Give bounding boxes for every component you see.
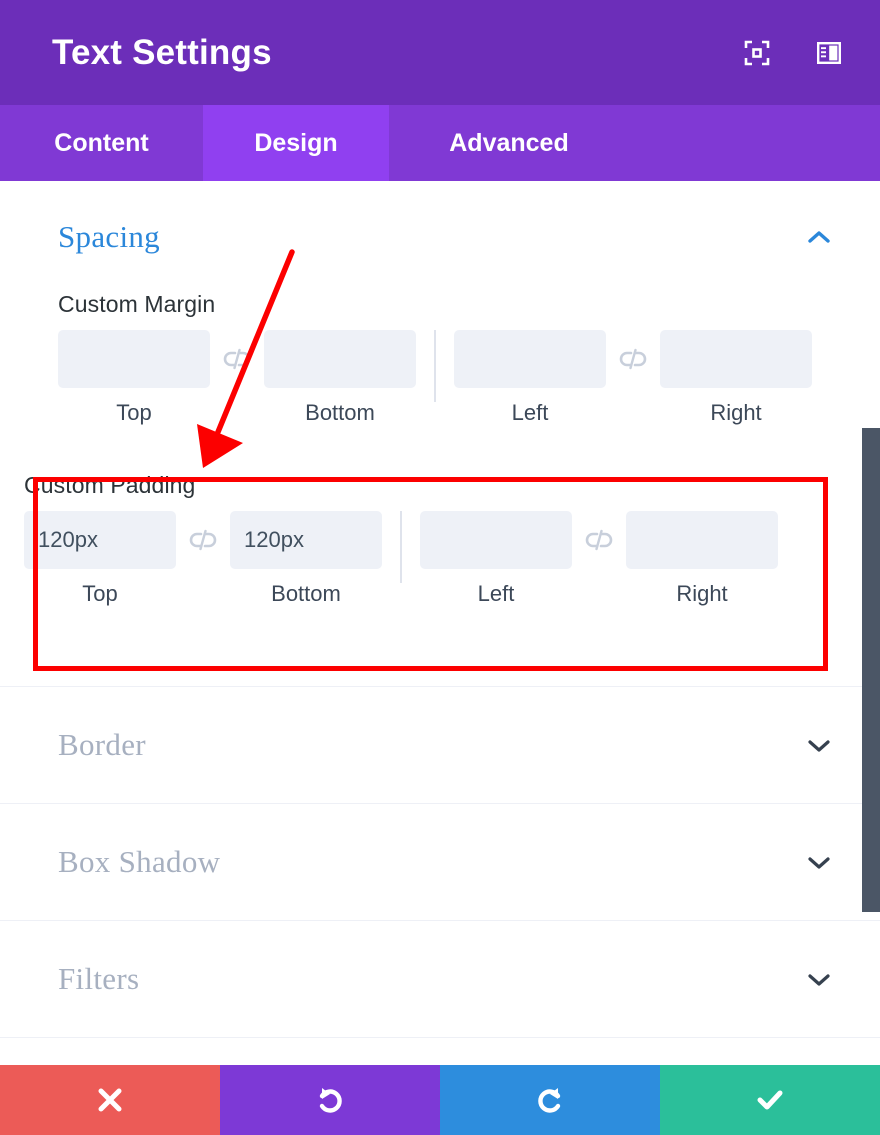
margin-right-label: Right [660, 400, 812, 426]
custom-margin-fields: Top Bottom [58, 330, 822, 426]
margin-left-label: Left [454, 400, 606, 426]
padding-left-cell: Left [420, 511, 572, 607]
margin-horizontal-pair: Left Right [454, 330, 812, 426]
field-group-custom-padding: Custom Padding Top [0, 472, 880, 607]
margin-bottom-input[interactable] [264, 330, 416, 388]
custom-padding-fields: Top Bottom [24, 511, 880, 607]
chevron-up-icon[interactable] [804, 227, 834, 247]
section-border[interactable]: Border [0, 687, 880, 804]
field-divider [400, 511, 402, 583]
padding-bottom-label: Bottom [230, 581, 382, 607]
margin-bottom-cell: Bottom [264, 330, 416, 426]
margin-top-input[interactable] [58, 330, 210, 388]
save-button[interactable] [660, 1065, 880, 1135]
margin-bottom-label: Bottom [264, 400, 416, 426]
padding-top-input[interactable] [24, 511, 176, 569]
chevron-down-icon[interactable] [804, 852, 834, 872]
header-icon-group [744, 40, 842, 66]
redo-arrow-icon [533, 1083, 567, 1117]
text-settings-modal: Text Settings Content Design [0, 0, 880, 1135]
section-box-shadow[interactable]: Box Shadow [0, 804, 880, 921]
margin-top-cell: Top [58, 330, 210, 426]
tab-design[interactable]: Design [203, 105, 389, 181]
section-filters-title: Filters [58, 961, 804, 997]
margin-left-input[interactable] [454, 330, 606, 388]
margin-vertical-pair: Top Bottom [58, 330, 416, 426]
settings-body: Spacing Custom Margin Top [0, 181, 880, 1065]
section-spacing-title: Spacing [58, 219, 804, 255]
padding-top-cell: Top [24, 511, 176, 607]
margin-top-label: Top [58, 400, 210, 426]
cancel-button[interactable] [0, 1065, 220, 1135]
padding-top-label: Top [24, 581, 176, 607]
undo-arrow-icon [313, 1083, 347, 1117]
padding-bottom-cell: Bottom [230, 511, 382, 607]
padding-vertical-pair: Top Bottom [24, 511, 382, 607]
margin-vertical-broken-link-icon[interactable] [210, 330, 264, 388]
page-title: Text Settings [52, 35, 744, 70]
custom-margin-label: Custom Margin [58, 291, 822, 318]
close-x-icon [93, 1083, 127, 1117]
panel-layout-icon[interactable] [816, 40, 842, 66]
section-box-shadow-title: Box Shadow [58, 844, 804, 880]
padding-horizontal-broken-link-icon[interactable] [572, 511, 626, 569]
tab-advanced[interactable]: Advanced [389, 105, 629, 181]
margin-right-cell: Right [660, 330, 812, 426]
section-filters[interactable]: Filters [0, 921, 880, 1038]
padding-right-label: Right [626, 581, 778, 607]
padding-right-cell: Right [626, 511, 778, 607]
section-spacing-header[interactable]: Spacing [0, 211, 880, 263]
checkmark-icon [753, 1083, 787, 1117]
padding-right-input[interactable] [626, 511, 778, 569]
padding-left-input[interactable] [420, 511, 572, 569]
scrollbar-track[interactable] [862, 181, 880, 1065]
tab-content[interactable]: Content [0, 105, 203, 181]
action-bar [0, 1065, 880, 1135]
margin-left-cell: Left [454, 330, 606, 426]
tab-bar: Content Design Advanced [0, 105, 880, 181]
chevron-down-icon[interactable] [804, 969, 834, 989]
padding-vertical-broken-link-icon[interactable] [176, 511, 230, 569]
padding-horizontal-pair: Left Right [420, 511, 778, 607]
padding-left-label: Left [420, 581, 572, 607]
chevron-down-icon[interactable] [804, 735, 834, 755]
scrollbar-thumb[interactable] [862, 428, 880, 912]
section-spacing: Spacing Custom Margin Top [0, 181, 880, 687]
field-group-custom-margin: Custom Margin Top [0, 291, 880, 426]
field-divider [434, 330, 436, 402]
fullscreen-expand-icon[interactable] [744, 40, 770, 66]
modal-header: Text Settings [0, 0, 880, 105]
margin-right-input[interactable] [660, 330, 812, 388]
section-border-title: Border [58, 727, 804, 763]
undo-button[interactable] [220, 1065, 440, 1135]
margin-horizontal-broken-link-icon[interactable] [606, 330, 660, 388]
custom-padding-label: Custom Padding [24, 472, 880, 499]
redo-button[interactable] [440, 1065, 660, 1135]
padding-bottom-input[interactable] [230, 511, 382, 569]
